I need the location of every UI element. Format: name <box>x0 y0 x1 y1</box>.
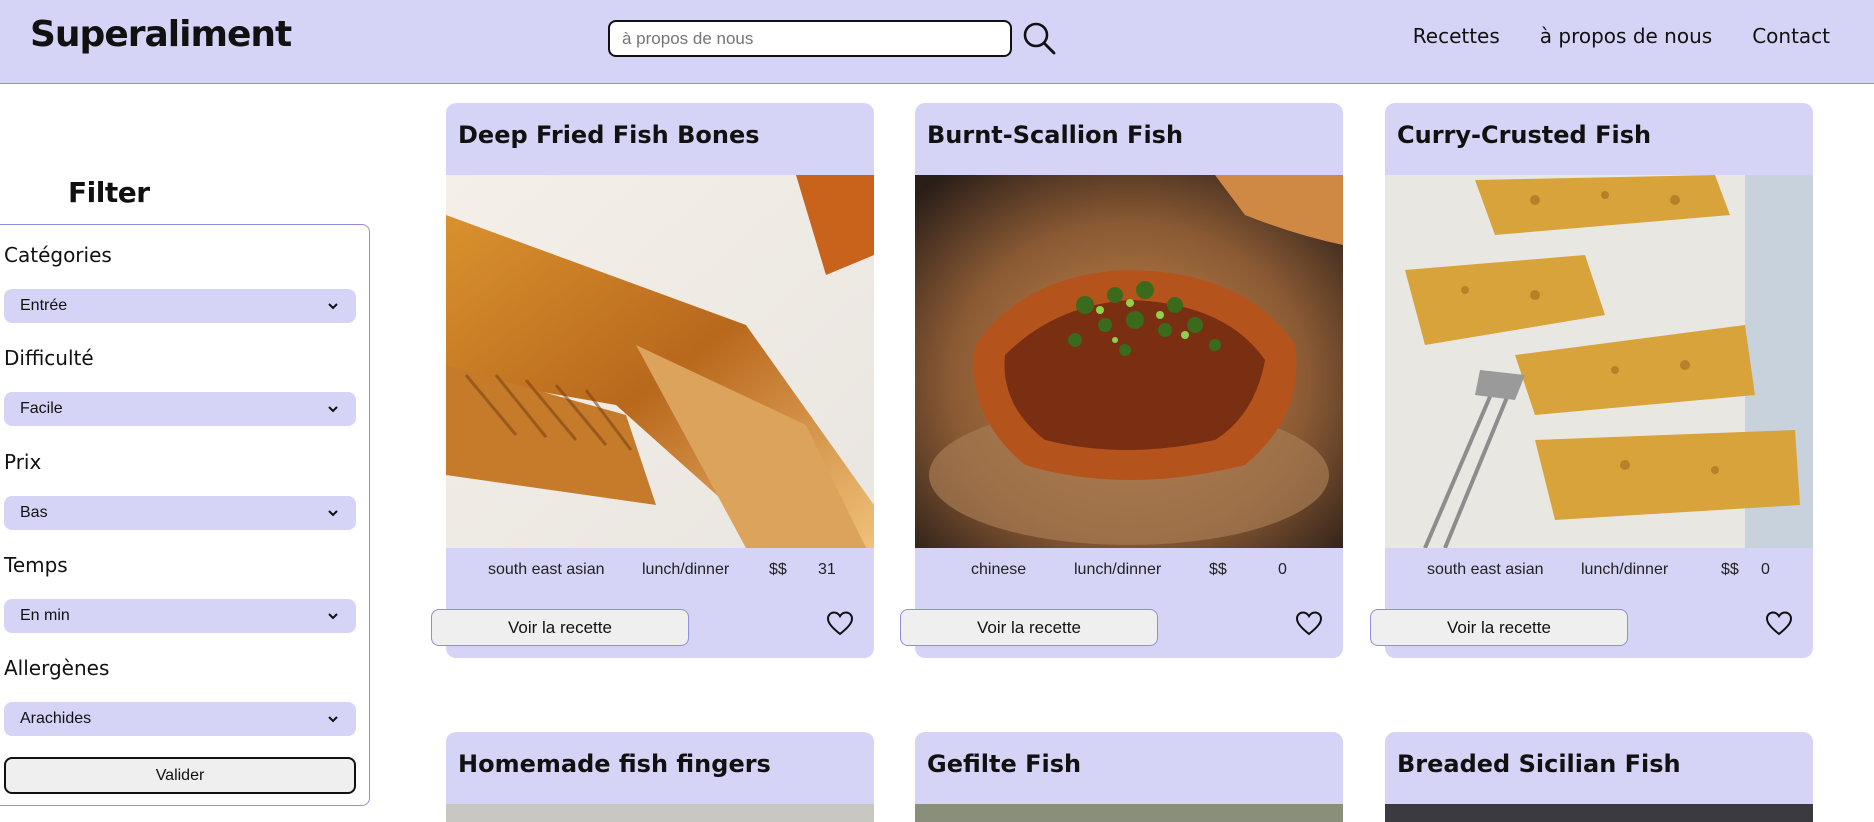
view-recipe-button[interactable]: Voir la recette <box>431 609 689 646</box>
chevron-down-icon <box>328 406 338 413</box>
recipe-count: 0 <box>1761 561 1770 578</box>
recipe-title: Burnt-Scallion Fish <box>927 121 1184 149</box>
recipe-image[interactable] <box>1385 175 1813 548</box>
recipe-price: $$ <box>1721 561 1739 578</box>
main-nav: Recettes à propos de nous Contact <box>1413 24 1830 48</box>
favorite-button[interactable] <box>1293 609 1325 641</box>
heart-icon <box>1295 610 1323 635</box>
brand-logo[interactable]: Superaliment <box>30 14 292 55</box>
top-header: Superaliment Recettes à propos de nous C… <box>0 0 1874 84</box>
recipe-image[interactable] <box>915 175 1343 548</box>
chevron-down-icon <box>328 613 338 620</box>
filter-label-categories: Catégories <box>4 243 112 267</box>
recipe-card: Homemade fish fingers <box>446 732 874 822</box>
recipe-image[interactable] <box>446 175 874 548</box>
recipe-count: 31 <box>818 561 836 578</box>
recipe-image[interactable] <box>446 804 874 822</box>
recipe-price: $$ <box>1209 561 1227 578</box>
filter-label-price: Prix <box>4 450 42 474</box>
filter-label-allergens: Allergènes <box>4 656 110 680</box>
recipe-cuisine: chinese <box>971 561 1027 578</box>
view-recipe-button[interactable]: Voir la recette <box>900 609 1158 646</box>
recipe-card: Breaded Sicilian Fish <box>1385 732 1813 822</box>
recipe-card: Burnt-Scallion Fish chinese lunch/dinner… <box>900 103 1343 658</box>
filter-title: Filter <box>68 176 150 209</box>
recipe-card: Gefilte Fish <box>915 732 1343 822</box>
search-input[interactable] <box>610 22 1010 55</box>
filter-label-time: Temps <box>4 553 68 577</box>
select-time[interactable]: En min <box>4 599 356 633</box>
chevron-down-icon <box>328 510 338 517</box>
recipe-title: Deep Fried Fish Bones <box>458 121 760 149</box>
chevron-down-icon <box>328 303 338 310</box>
search-button[interactable] <box>1020 20 1058 58</box>
recipe-meal: lunch/dinner <box>642 561 730 578</box>
recipe-meal: lunch/dinner <box>1074 561 1162 578</box>
nav-contact[interactable]: Contact <box>1752 24 1830 48</box>
select-difficulty[interactable]: Facile <box>4 392 356 426</box>
select-allergens[interactable]: Arachides <box>4 702 356 736</box>
recipe-card: Curry-Crusted Fish south east asian lunc… <box>1370 103 1813 658</box>
filter-panel: Catégories Entrée Difficulté Facile Prix… <box>0 224 370 806</box>
recipe-image[interactable] <box>1385 804 1813 822</box>
select-price[interactable]: Bas <box>4 496 356 530</box>
search-box <box>608 20 1012 57</box>
favorite-button[interactable] <box>824 609 856 641</box>
recipe-card: Deep Fried Fish Bones south east asian l… <box>431 103 874 658</box>
recipe-count: 0 <box>1278 561 1287 578</box>
nav-about[interactable]: à propos de nous <box>1540 24 1712 48</box>
view-recipe-button[interactable]: Voir la recette <box>1370 609 1628 646</box>
heart-icon <box>826 610 854 635</box>
recipe-price: $$ <box>769 561 787 578</box>
select-difficulty-value: Facile <box>20 400 63 417</box>
recipe-image[interactable] <box>915 804 1343 822</box>
recipe-title: Homemade fish fingers <box>458 750 771 778</box>
select-categories-value: Entrée <box>20 297 68 314</box>
heart-icon <box>1765 610 1793 635</box>
favorite-button[interactable] <box>1763 609 1795 641</box>
select-time-value: En min <box>20 607 70 624</box>
filter-label-difficulty: Difficulté <box>4 346 94 370</box>
recipe-title: Curry-Crusted Fish <box>1397 121 1652 149</box>
nav-recipes[interactable]: Recettes <box>1413 24 1500 48</box>
search-icon <box>1023 22 1056 54</box>
select-allergens-value: Arachides <box>20 710 92 727</box>
select-price-value: Bas <box>20 504 48 521</box>
recipe-cuisine: south east asian <box>488 561 605 578</box>
recipe-cuisine: south east asian <box>1427 561 1544 578</box>
recipe-meal: lunch/dinner <box>1581 561 1669 578</box>
recipe-title: Breaded Sicilian Fish <box>1397 750 1681 778</box>
recipe-title: Gefilte Fish <box>927 750 1082 778</box>
validate-button[interactable]: Valider <box>4 757 356 794</box>
chevron-down-icon <box>328 716 338 723</box>
select-categories[interactable]: Entrée <box>4 289 356 323</box>
